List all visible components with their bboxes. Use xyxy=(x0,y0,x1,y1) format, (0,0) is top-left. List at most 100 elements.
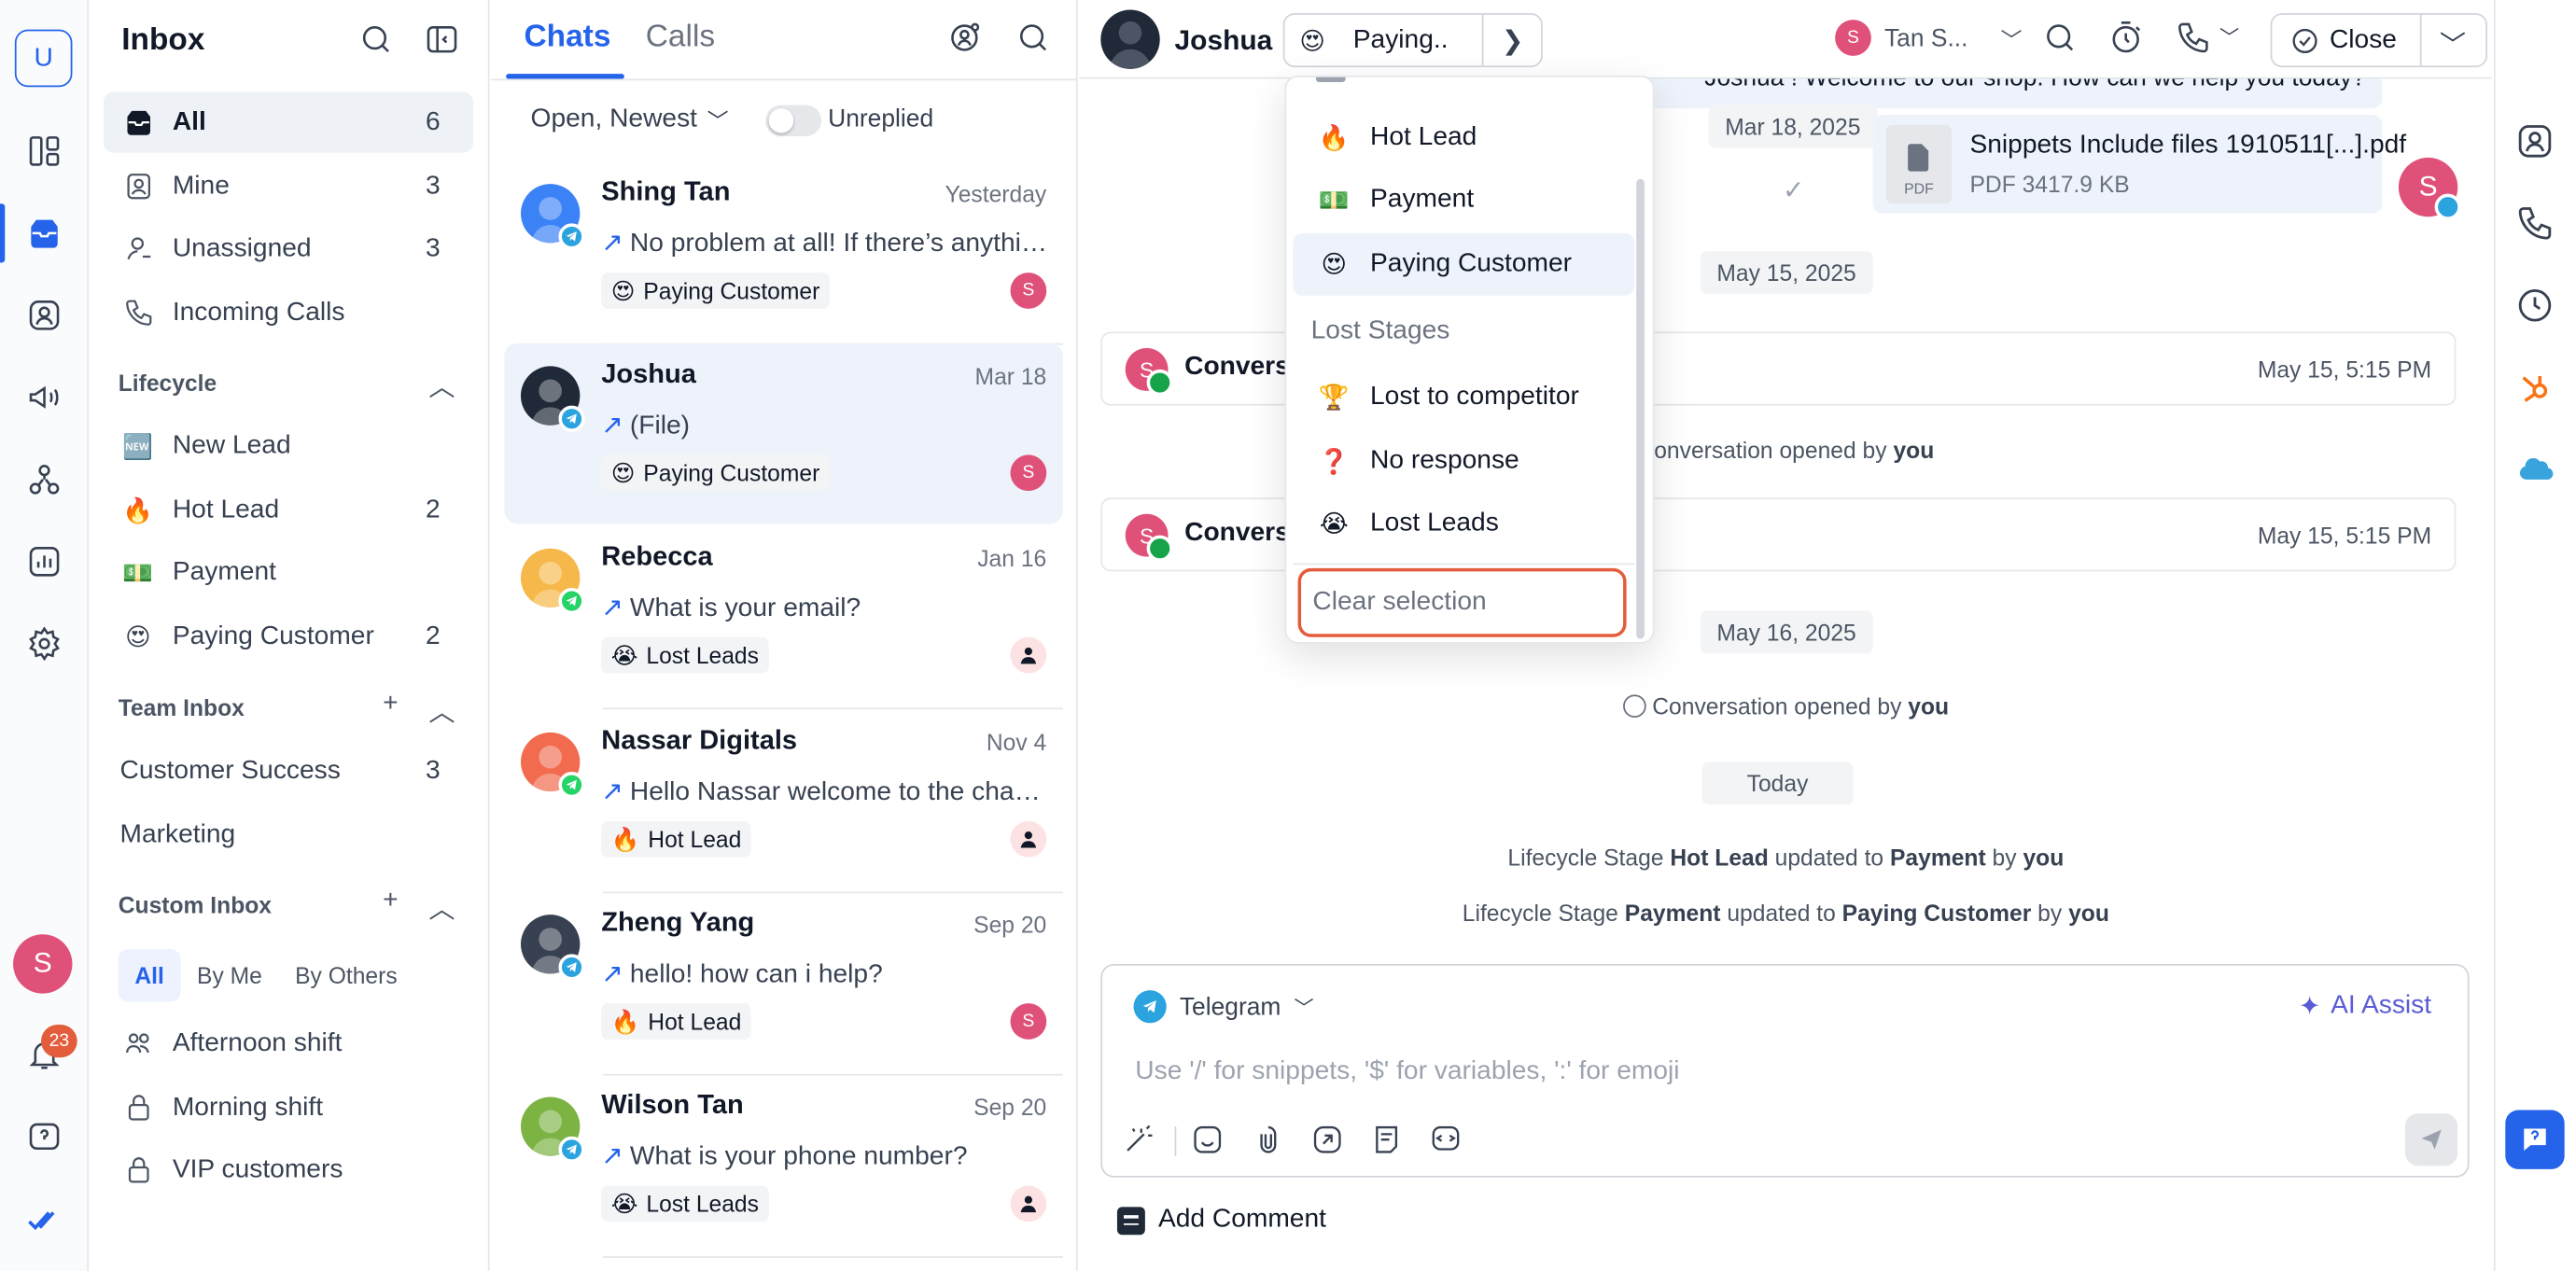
chat-list-item[interactable]: Wilson Tan Sep 20 ↗ What is your phone nu… xyxy=(504,1074,1063,1258)
nav-item-mine[interactable]: Mine 3 xyxy=(104,156,473,216)
nav-item-unassigned[interactable]: Unassigned 3 xyxy=(104,218,473,279)
nav-item-customer-success[interactable]: Customer Success 3 xyxy=(104,741,473,802)
nav-item-all[interactable]: All 6 xyxy=(103,91,473,153)
note-icon[interactable] xyxy=(1370,1124,1407,1160)
search-icon[interactable] xyxy=(1015,20,1055,59)
broadcast-icon[interactable] xyxy=(24,378,63,417)
dashboard-icon[interactable] xyxy=(24,132,63,171)
inbox-icon xyxy=(119,105,156,141)
nav-item-afternoon-shift[interactable]: Afternoon shift xyxy=(104,1013,473,1074)
tab-chats[interactable]: Chats xyxy=(525,20,611,56)
outgoing-arrow-icon: ↗ xyxy=(601,960,623,989)
nav-item-hot-lead[interactable]: 🔥 Hot Lead 2 xyxy=(104,480,473,540)
search-icon[interactable] xyxy=(358,21,398,61)
contact-details-icon[interactable] xyxy=(2515,121,2558,164)
settings-icon[interactable] xyxy=(24,624,63,663)
rail-active-indicator xyxy=(0,203,6,263)
clear-selection-button[interactable]: Clear selection xyxy=(1297,567,1627,637)
option-label: Payment xyxy=(1370,185,1475,214)
chat-list-item[interactable]: Joshua Mar 18 ↗ (File) 😍 Paying Customer S xyxy=(504,342,1063,524)
chevron-down-icon[interactable]: ﹀ xyxy=(2440,23,2466,63)
option-payment[interactable]: 💵 Payment xyxy=(1293,169,1634,231)
outgoing-arrow-icon: ↗ xyxy=(601,1142,623,1171)
phone-icon[interactable] xyxy=(2515,203,2558,246)
call-icon[interactable] xyxy=(2176,20,2215,59)
chevron-right-icon[interactable]: ❯ xyxy=(1502,24,1524,57)
code-icon[interactable] xyxy=(1429,1124,1465,1160)
channel-selector[interactable]: Telegram ﹀ xyxy=(1133,990,1314,1024)
file-attachment[interactable]: PDF Snippets Include files 1910511[...].… xyxy=(1872,115,2406,214)
nav-item-paying-customer[interactable]: 😍 Paying Customer 2 xyxy=(104,606,473,666)
hubspot-icon[interactable] xyxy=(2515,368,2558,411)
workspace-switcher[interactable]: U xyxy=(14,29,73,88)
nav-item-payment[interactable]: 💵 Payment xyxy=(104,542,473,603)
nav-item-label: All xyxy=(172,107,206,136)
chevron-up-icon[interactable]: ︿ xyxy=(428,365,455,404)
chevron-down-icon[interactable]: ﹀ xyxy=(2219,23,2239,51)
event-date: May 15, 5:15 PM xyxy=(2257,356,2432,384)
agent-status-icon[interactable] xyxy=(948,20,987,59)
contacts-icon[interactable] xyxy=(24,296,63,335)
dropdown-scrollbar[interactable] xyxy=(1636,178,1645,639)
reports-icon[interactable] xyxy=(24,542,63,581)
chat-list-item[interactable]: Shing Tan Yesterday ↗ No problem at all! … xyxy=(504,161,1063,345)
send-button[interactable] xyxy=(2404,1113,2458,1166)
nav-item-incoming-calls[interactable]: Incoming Calls xyxy=(104,283,473,343)
attachment-icon[interactable] xyxy=(1252,1124,1288,1160)
nav-item-morning-shift[interactable]: Morning shift xyxy=(104,1077,473,1138)
snippet-icon[interactable] xyxy=(1311,1124,1348,1160)
contact-name[interactable]: Joshua xyxy=(1175,24,1273,57)
nav-item-label: New Lead xyxy=(172,430,291,459)
add-comment-label: Add Comment xyxy=(1157,1205,1326,1234)
emoji-icon[interactable] xyxy=(1191,1124,1227,1160)
option-no-response[interactable]: ❓ No response xyxy=(1293,430,1634,493)
plus-icon[interactable]: + xyxy=(383,887,398,916)
help-chat-button[interactable] xyxy=(2505,1110,2565,1169)
magic-wand-icon[interactable] xyxy=(1122,1124,1158,1160)
app-rail: U S 23 xyxy=(0,0,90,1271)
filter-by-others[interactable]: By Others xyxy=(278,949,413,1001)
workflows-icon[interactable] xyxy=(24,460,63,499)
collapse-sidebar-icon[interactable] xyxy=(424,21,463,61)
chevron-up-icon[interactable]: ︿ xyxy=(428,887,455,926)
option-paying-customer[interactable]: 😍 Paying Customer xyxy=(1293,232,1635,296)
chat-list-item[interactable]: Zheng Yang Sep 20 ↗ hello! how can i help… xyxy=(504,892,1063,1076)
nav-item-marketing[interactable]: Marketing xyxy=(104,804,473,865)
right-rail xyxy=(2493,0,2576,1271)
salesforce-icon[interactable] xyxy=(2515,450,2558,493)
history-clock-icon[interactable] xyxy=(2515,286,2558,328)
unreplied-toggle[interactable] xyxy=(765,105,822,137)
filter-all[interactable]: All xyxy=(118,949,181,1002)
search-icon[interactable] xyxy=(2042,20,2081,59)
file-name: Snippets Include files 1910511[...].pdf xyxy=(1969,131,2407,160)
chat-list-item[interactable]: Nassar Digitals Nov 4 ↗ Hello Nassar welc… xyxy=(504,709,1063,894)
option-lost-leads[interactable]: 😭 Lost Leads xyxy=(1293,493,1634,555)
telegram-icon xyxy=(558,405,585,432)
tab-calls[interactable]: Calls xyxy=(646,20,715,56)
contact-avatar[interactable] xyxy=(1100,9,1160,69)
assignee-selector[interactable]: S Tan S... ﹀ xyxy=(1835,20,2023,56)
ai-assist-button[interactable]: ✦ AI Assist xyxy=(2299,990,2431,1023)
lifecycle-stage-selector[interactable]: 😍 Paying.. ❯ xyxy=(1282,13,1543,68)
nav-item-new-lead[interactable]: 🆕 New Lead xyxy=(104,415,473,476)
channel-label: Telegram xyxy=(1179,992,1281,1021)
add-comment-button[interactable]: Add Comment xyxy=(1116,1205,1326,1236)
nav-item-count: 6 xyxy=(426,107,441,136)
message-input[interactable]: Use '/' for snippets, '$' for variables,… xyxy=(1135,1057,1679,1087)
filter-by-me[interactable]: By Me xyxy=(180,949,278,1001)
close-conversation-button[interactable]: Close ﹀ xyxy=(2270,13,2487,68)
nav-item-vip-customers[interactable]: VIP customers xyxy=(104,1139,473,1200)
lifecycle-tag-label: Hot Lead xyxy=(648,1008,742,1035)
chat-list-item[interactable]: Rebecca Jan 16 ↗ What is your email? 😭 Los… xyxy=(504,525,1063,710)
lifecycle-emoji-icon: 😍 xyxy=(610,276,636,303)
inbox-icon[interactable] xyxy=(24,214,63,253)
option-lost-to-competitor[interactable]: 🏆 Lost to competitor xyxy=(1293,366,1634,428)
option-hot-lead[interactable]: 🔥 Hot Lead xyxy=(1293,106,1634,169)
sort-filter-dropdown[interactable]: Open, Newest ﹀ xyxy=(531,104,729,134)
user-avatar[interactable]: S xyxy=(13,934,73,994)
snooze-timer-icon[interactable] xyxy=(2107,20,2147,59)
help-icon[interactable] xyxy=(24,1118,63,1157)
trophy-icon: 🏆 xyxy=(1318,384,1350,412)
chevron-up-icon[interactable]: ︿ xyxy=(428,690,455,729)
plus-icon[interactable]: + xyxy=(383,690,398,719)
